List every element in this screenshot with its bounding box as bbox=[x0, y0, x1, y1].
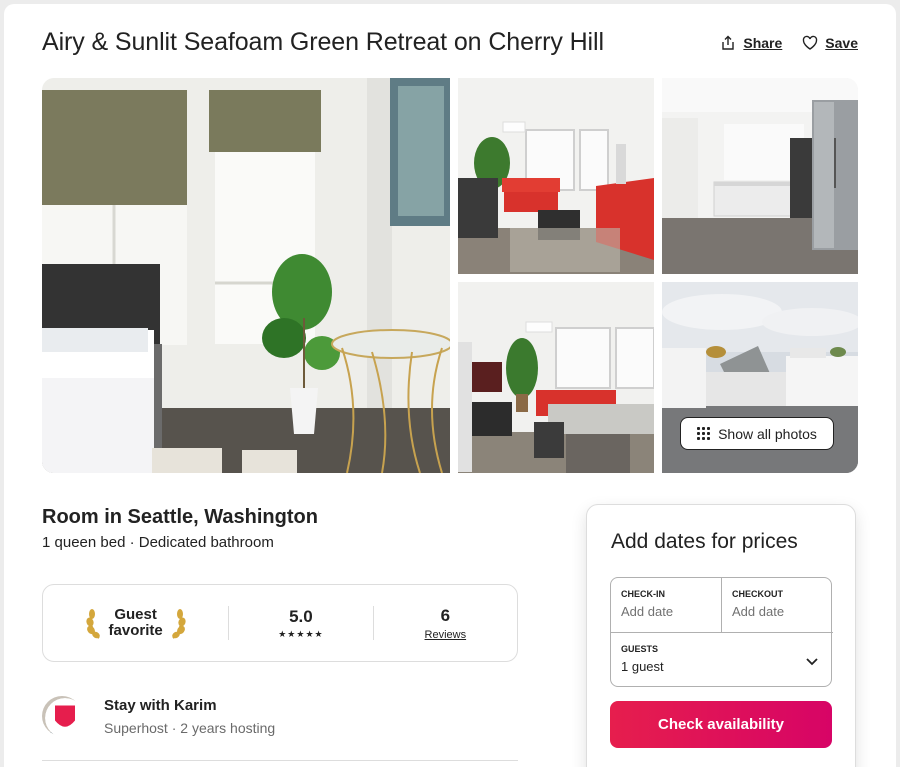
listing-page: Airy & Sunlit Seafoam Green Retreat on C… bbox=[4, 4, 896, 767]
listing-title: Airy & Sunlit Seafoam Green Retreat on C… bbox=[42, 28, 604, 56]
reviews-link[interactable]: Reviews bbox=[374, 629, 517, 641]
guest-favorite-label: Guest favorite bbox=[108, 606, 163, 639]
guest-favorite-card: Guest favorite 5.0 ★★★★★ 6 Reviews bbox=[42, 584, 518, 662]
photo-living-room-2[interactable] bbox=[458, 282, 654, 473]
superhost-badge-icon bbox=[45, 698, 85, 738]
share-button[interactable]: Share bbox=[720, 35, 782, 51]
share-icon bbox=[722, 35, 735, 50]
share-label: Share bbox=[743, 35, 783, 51]
host-info: Stay with Karim Superhost · 2 years host… bbox=[104, 697, 275, 736]
save-button[interactable]: Save bbox=[802, 35, 858, 51]
host-section: Stay with Karim Superhost · 2 years host… bbox=[42, 696, 275, 738]
guests-label: GUESTS bbox=[621, 644, 659, 654]
booking-inputs: CHECK-IN Add date CHECKOUT Add date GUES… bbox=[610, 577, 833, 688]
rating-value: 5.0 bbox=[289, 606, 313, 626]
rating-block: 5.0 ★★★★★ bbox=[229, 607, 372, 640]
reviews-block[interactable]: 6 Reviews bbox=[374, 606, 517, 641]
chevron-down-icon bbox=[806, 658, 818, 666]
host-name: Stay with Karim bbox=[104, 696, 217, 714]
checkin-field[interactable]: CHECK-IN Add date bbox=[611, 578, 722, 633]
show-all-photos-button[interactable]: Show all photos bbox=[680, 417, 834, 450]
checkout-field[interactable]: CHECKOUT Add date bbox=[722, 578, 833, 633]
review-count: 6 bbox=[440, 605, 451, 625]
room-subtitle: 1 queen bed · Dedicated bathroom bbox=[42, 534, 274, 551]
checkout-label: CHECKOUT bbox=[732, 589, 783, 599]
checkout-value: Add date bbox=[732, 604, 785, 619]
save-label: Save bbox=[825, 35, 858, 51]
photo-main-bedroom[interactable] bbox=[42, 78, 450, 473]
host-details: Superhost · 2 years hosting bbox=[104, 719, 276, 736]
rating-stars: ★★★★★ bbox=[278, 628, 324, 639]
laurel-left-icon bbox=[85, 609, 100, 639]
divider bbox=[42, 760, 518, 761]
photo-living-room[interactable] bbox=[458, 78, 654, 274]
grid-dots-icon bbox=[697, 427, 711, 440]
booking-card: Add dates for prices CHECK-IN Add date C… bbox=[586, 504, 856, 767]
photo-kitchen[interactable] bbox=[662, 78, 858, 274]
booking-title: Add dates for prices bbox=[611, 530, 798, 553]
check-availability-button[interactable]: Check availability bbox=[610, 701, 832, 748]
checkin-value: Add date bbox=[621, 604, 674, 619]
photo-gallery: Show all photos bbox=[42, 78, 858, 473]
guests-value: 1 guest bbox=[621, 659, 664, 674]
checkin-label: CHECK-IN bbox=[621, 589, 665, 599]
laurel-right-icon bbox=[171, 609, 186, 639]
host-avatar[interactable] bbox=[42, 696, 85, 738]
header-actions: Share Save bbox=[720, 35, 858, 51]
show-all-photos-label: Show all photos bbox=[718, 425, 817, 442]
guests-select[interactable]: GUESTS 1 guest bbox=[611, 633, 833, 688]
heart-icon bbox=[803, 35, 818, 50]
room-title: Room in Seattle, Washington bbox=[42, 506, 318, 528]
guest-favorite-badge: Guest favorite bbox=[43, 606, 228, 640]
